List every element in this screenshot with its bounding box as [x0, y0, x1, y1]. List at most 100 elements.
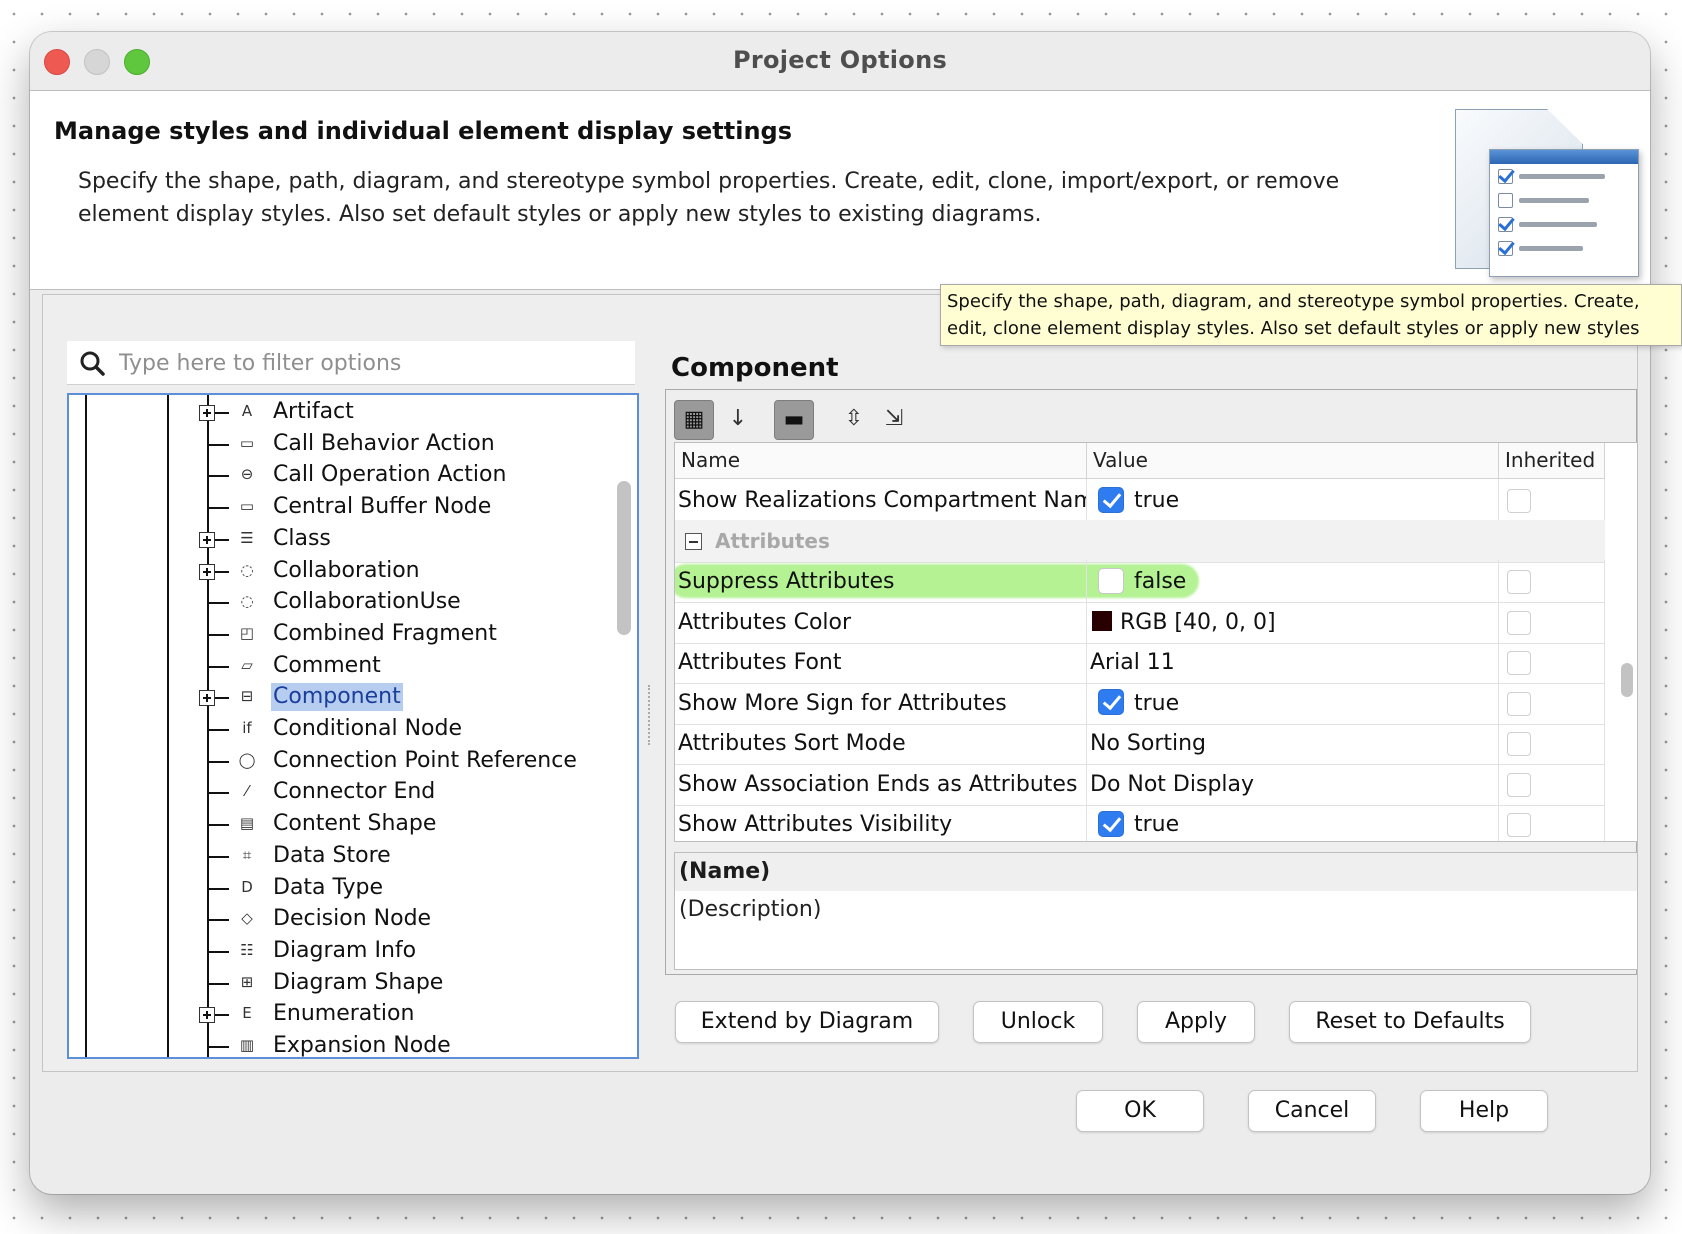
tree-item[interactable]: D Data Type: [69, 871, 609, 905]
tree-item[interactable]: ▭ Central Buffer Node: [69, 490, 609, 524]
tree-item-label: Collaboration: [273, 557, 420, 583]
sort-alphabetically-icon[interactable]: ↓: [718, 400, 758, 440]
artifact-icon: A: [241, 402, 253, 420]
call-operation-action-icon: ⊖: [240, 465, 254, 484]
tree-connector: [207, 919, 229, 922]
tree-scrollbar[interactable]: [617, 481, 631, 635]
property-value[interactable]: true: [1087, 681, 1499, 725]
tree-connector: [207, 855, 229, 858]
property-value-text: true: [1134, 812, 1180, 837]
component-icon: ⊟: [240, 687, 254, 706]
column-header-name[interactable]: Name: [675, 443, 1087, 479]
tree-item[interactable]: ▭ Call Behavior Action: [69, 427, 609, 461]
column-header-inherited[interactable]: Inherited: [1499, 443, 1605, 479]
inherited-cell: [1499, 803, 1605, 841]
property-value[interactable]: true: [1087, 479, 1499, 522]
options-tree[interactable]: A Artifact ▭ Call Behavior Action ⊖ Call Oper…: [67, 393, 639, 1059]
property-value-text: true: [1134, 488, 1180, 513]
decision-node-icon: ◇: [241, 909, 253, 928]
tree-item[interactable]: ⊖ Call Operation Action: [69, 458, 609, 492]
options-illustration-icon: [1455, 105, 1643, 280]
inherited-checkbox[interactable]: [1507, 691, 1531, 716]
property-name: Attributes Font: [675, 641, 1087, 684]
property-value[interactable]: RGB [40, 0, 0]: [1087, 600, 1499, 644]
value-checkbox[interactable]: [1098, 810, 1124, 837]
expand-icon[interactable]: [199, 690, 215, 707]
tree-item[interactable]: ◌ Collaboration: [69, 554, 609, 588]
property-row[interactable]: Suppress Attributes false: [675, 560, 1605, 603]
property-row[interactable]: Attributes Sort Mode No Sorting: [675, 722, 1605, 765]
tree-item[interactable]: ▤ Content Shape: [69, 807, 609, 841]
inherited-checkbox[interactable]: [1507, 610, 1531, 635]
property-name: Show Attributes Visibility: [675, 803, 1087, 841]
category-row[interactable]: Attributes: [675, 519, 1605, 563]
property-row[interactable]: Show Association Ends as Attributes Do No…: [675, 762, 1605, 806]
filter-search-box[interactable]: [67, 341, 635, 385]
help-button[interactable]: Help: [1420, 1090, 1548, 1132]
split-pane-divider[interactable]: [648, 685, 652, 745]
standard-properties-icon[interactable]: ▬: [774, 400, 814, 440]
property-value[interactable]: true: [1087, 803, 1499, 841]
description-panel: (Name) (Description): [674, 852, 1638, 970]
tree-item[interactable]: if Conditional Node: [69, 712, 609, 746]
tree-item[interactable]: E Enumeration: [69, 997, 609, 1031]
reset-to-defaults-button[interactable]: Reset to Defaults: [1289, 1001, 1531, 1043]
tree-connector: [207, 950, 229, 953]
property-row[interactable]: Show Realizations Compartment Name true: [675, 479, 1605, 522]
value-checkbox[interactable]: [1098, 486, 1124, 513]
tree-item[interactable]: ☷ Diagram Info: [69, 934, 609, 968]
inherited-checkbox[interactable]: [1507, 570, 1531, 594]
property-row[interactable]: Attributes Font Arial 11: [675, 641, 1605, 684]
tree-connector: [207, 602, 229, 605]
tree-item[interactable]: ◌ CollaborationUse: [69, 585, 609, 619]
tree-item[interactable]: A Artifact: [69, 395, 609, 429]
grid-scrollbar[interactable]: [1621, 663, 1633, 697]
ok-button[interactable]: OK: [1076, 1090, 1204, 1132]
expand-icon[interactable]: [199, 531, 215, 548]
property-value[interactable]: false: [1087, 560, 1499, 603]
collaboration-icon: ◌: [240, 560, 254, 579]
cancel-button[interactable]: Cancel: [1248, 1090, 1376, 1132]
inherited-cell: [1499, 600, 1605, 644]
property-value[interactable]: Do Not Display: [1087, 762, 1499, 806]
value-checkbox[interactable]: [1098, 689, 1124, 715]
expand-icon[interactable]: [199, 563, 215, 580]
expand-icon[interactable]: [199, 405, 215, 421]
tree-item[interactable]: ◰ Combined Fragment: [69, 617, 609, 651]
inherited-checkbox[interactable]: [1507, 489, 1531, 513]
tree-item[interactable]: ⌗ Data Store: [69, 839, 609, 873]
window-title: Project Options: [732, 46, 948, 74]
expand-icon[interactable]: [199, 1007, 215, 1024]
tree-item[interactable]: ◇ Decision Node: [69, 902, 609, 936]
property-row[interactable]: Show Attributes Visibility true: [675, 803, 1605, 841]
expand-all-icon[interactable]: ⇳: [834, 400, 874, 440]
tree-item[interactable]: ◯ Connection Point Reference: [69, 744, 609, 778]
categorized-view-icon[interactable]: ▦: [674, 400, 714, 440]
tree-item[interactable]: ⊟ Component: [69, 680, 609, 714]
tree-item[interactable]: ⊞ Diagram Shape: [69, 966, 609, 1000]
column-header-value[interactable]: Value: [1087, 443, 1499, 479]
inherited-cell: [1499, 762, 1605, 806]
inherited-checkbox[interactable]: [1507, 651, 1531, 675]
filter-options-input[interactable]: [117, 341, 627, 385]
color-swatch[interactable]: [1092, 611, 1112, 631]
title-bar: Project Options: [30, 32, 1650, 88]
property-row[interactable]: Show More Sign for Attributes true: [675, 681, 1605, 725]
extend-by-diagram-button[interactable]: Extend by Diagram: [675, 1001, 939, 1043]
tree-item[interactable]: ▥ Expansion Node: [69, 1029, 609, 1057]
inherited-checkbox[interactable]: [1507, 813, 1531, 837]
apply-button[interactable]: Apply: [1137, 1001, 1255, 1043]
tree-item[interactable]: ☰ Class: [69, 522, 609, 556]
inherited-checkbox[interactable]: [1507, 772, 1531, 797]
property-value[interactable]: No Sorting: [1087, 722, 1499, 765]
inherited-checkbox[interactable]: [1507, 732, 1531, 756]
property-value[interactable]: Arial 11: [1087, 641, 1499, 684]
value-checkbox[interactable]: [1098, 567, 1124, 594]
dialog-header: Manage styles and individual element dis…: [30, 90, 1650, 290]
unlock-button[interactable]: Unlock: [973, 1001, 1103, 1043]
tree-item[interactable]: ⁄ Connector End: [69, 775, 609, 809]
collapse-icon[interactable]: [685, 532, 702, 550]
collapse-all-icon[interactable]: ⇲: [874, 400, 914, 440]
tree-item[interactable]: ▱ Comment: [69, 649, 609, 683]
property-row[interactable]: Attributes Color RGB [40, 0, 0]: [675, 600, 1605, 644]
